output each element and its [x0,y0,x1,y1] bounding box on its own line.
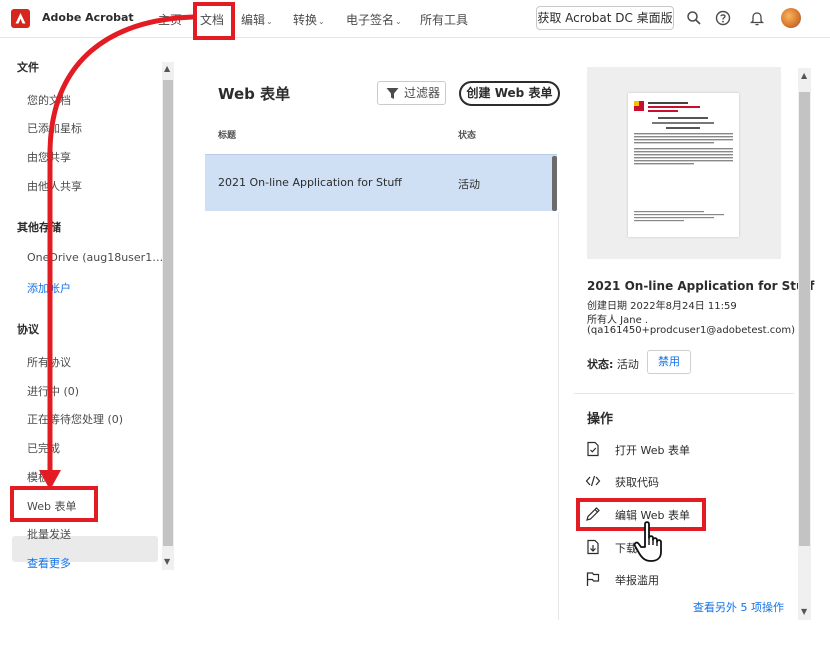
action-download[interactable]: 下载 [585,537,765,559]
detail-owner-email: (qa161450+prodcuser1@adobetest.com) [587,325,796,336]
scroll-down-arrow-icon[interactable]: ▼ [801,607,807,616]
document-preview[interactable] [587,67,781,259]
open-form-icon [587,441,599,457]
avatar[interactable] [781,8,801,28]
sidebar-item-shared-by-you[interactable]: 由您共享 [27,149,71,165]
detail-scrollbar[interactable] [798,68,811,620]
row-title: 2021 On-line Application for Stuff [218,176,402,189]
sidebar-item-starred[interactable]: 已添加星标 [27,120,82,136]
sidebar-item-shared-by-others[interactable]: 由他人共享 [27,178,82,194]
detail-title: 2021 On-line Application for Stuff [587,279,815,293]
scroll-down-arrow-icon[interactable]: ▼ [164,557,170,566]
search-icon[interactable] [686,10,702,26]
highlight-box-web-forms [10,486,98,522]
nav-home-label: 主页 [158,13,183,27]
nav-esign-label: 电子签名 [346,13,395,27]
document-thumbnail [628,93,739,237]
download-icon [587,539,599,555]
filter-button[interactable]: 过滤器 [377,81,446,105]
sidebar-item-templates[interactable]: 模板 [27,469,49,485]
chevron-down-icon: ⌄ [266,17,273,26]
sidebar-item-all-agreements[interactable]: 所有协议 [27,354,71,370]
highlight-box-edit-web-form [576,498,706,531]
bell-icon[interactable] [749,10,765,26]
code-icon [585,475,601,487]
detail-owner: 所有人 Jane . [587,315,649,326]
status-value: 活动 [616,358,639,371]
action-label: 举报滥用 [615,574,659,587]
sidebar-item-your-documents[interactable]: 您的文档 [27,92,71,108]
sidebar-item-onedrive[interactable]: OneDrive (aug18user1… [27,251,163,264]
row-status: 活动 [458,178,480,191]
page-title: Web 表单 [218,85,291,103]
nav-all-tools-label: 所有工具 [420,13,469,27]
action-open-web-form[interactable]: 打开 Web 表单 [585,439,765,461]
scroll-up-arrow-icon[interactable]: ▲ [801,71,807,80]
detail-scrollbar-thumb[interactable] [799,92,810,546]
sidebar-heading-agreements: 协议 [17,323,39,336]
filter-icon [386,88,399,99]
brand-name: Adobe Acrobat [42,11,134,24]
nav-edit[interactable]: 编辑⌄ [241,11,273,28]
chevron-down-icon: ⌄ [318,17,325,26]
disable-button[interactable]: 禁用 [647,350,691,374]
status-label: 状态: [587,358,614,371]
action-label: 打开 Web 表单 [615,444,690,457]
action-label: 获取代码 [615,476,659,489]
list-scrollbar-thumb[interactable] [552,156,557,211]
nav-convert-label: 转换 [293,13,318,27]
sidebar-item-add-account[interactable]: 添加帐户 [27,280,71,296]
get-desktop-button[interactable]: 获取 Acrobat DC 桌面版 [536,6,674,30]
nav-esign[interactable]: 电子签名⌄ [346,11,402,28]
see-more-actions-link[interactable]: 查看另外 5 项操作 [693,599,784,615]
detail-status: 状态: 活动 [587,356,639,372]
panel-divider [558,212,559,620]
sidebar-item-in-progress[interactable]: 进行中 (0) [27,383,79,399]
detail-divider [574,393,794,394]
column-header-title[interactable]: 标题 [218,128,236,141]
chevron-down-icon: ⌄ [395,17,402,26]
nav-home[interactable]: 主页 [158,11,182,28]
sidebar-item-see-more[interactable]: 查看更多 [27,555,71,571]
action-report-abuse[interactable]: 举报滥用 [585,569,765,591]
sidebar-scrollbar[interactable] [162,62,174,570]
column-header-status[interactable]: 状态 [458,128,476,141]
scroll-up-arrow-icon[interactable]: ▲ [164,64,170,73]
table-row[interactable]: 2021 On-line Application for Stuff 活动 [205,154,557,211]
actions-heading: 操作 [587,412,614,427]
nav-all-tools[interactable]: 所有工具 [420,11,468,28]
highlight-box-documents [193,2,235,40]
filter-label: 过滤器 [404,86,441,100]
action-get-code[interactable]: 获取代码 [585,471,765,493]
top-bar: Adobe Acrobat 主页 文档 编辑⌄ 转换⌄ 电子签名⌄ 所有工具 获… [0,0,830,38]
sidebar-item-completed[interactable]: 已完成 [27,440,60,456]
sidebar-item-waiting-for-you[interactable]: 正在等待您处理 (0) [27,411,123,427]
nav-convert[interactable]: 转换⌄ [293,11,325,28]
nav-edit-label: 编辑 [241,13,266,27]
sidebar-item-bulk-send[interactable]: 批量发送 [27,526,71,542]
acrobat-logo-icon[interactable] [11,9,30,28]
action-label: 下载 [615,542,637,555]
detail-created-date: 创建日期 2022年8月24日 11:59 [587,301,737,312]
create-web-form-button[interactable]: 创建 Web 表单 [459,81,560,106]
flag-icon [586,572,600,586]
sidebar-scrollbar-thumb[interactable] [163,80,173,546]
sidebar-heading-other-storage: 其他存储 [17,221,61,234]
help-icon[interactable] [715,10,731,26]
sidebar-heading-files: 文件 [17,61,39,74]
